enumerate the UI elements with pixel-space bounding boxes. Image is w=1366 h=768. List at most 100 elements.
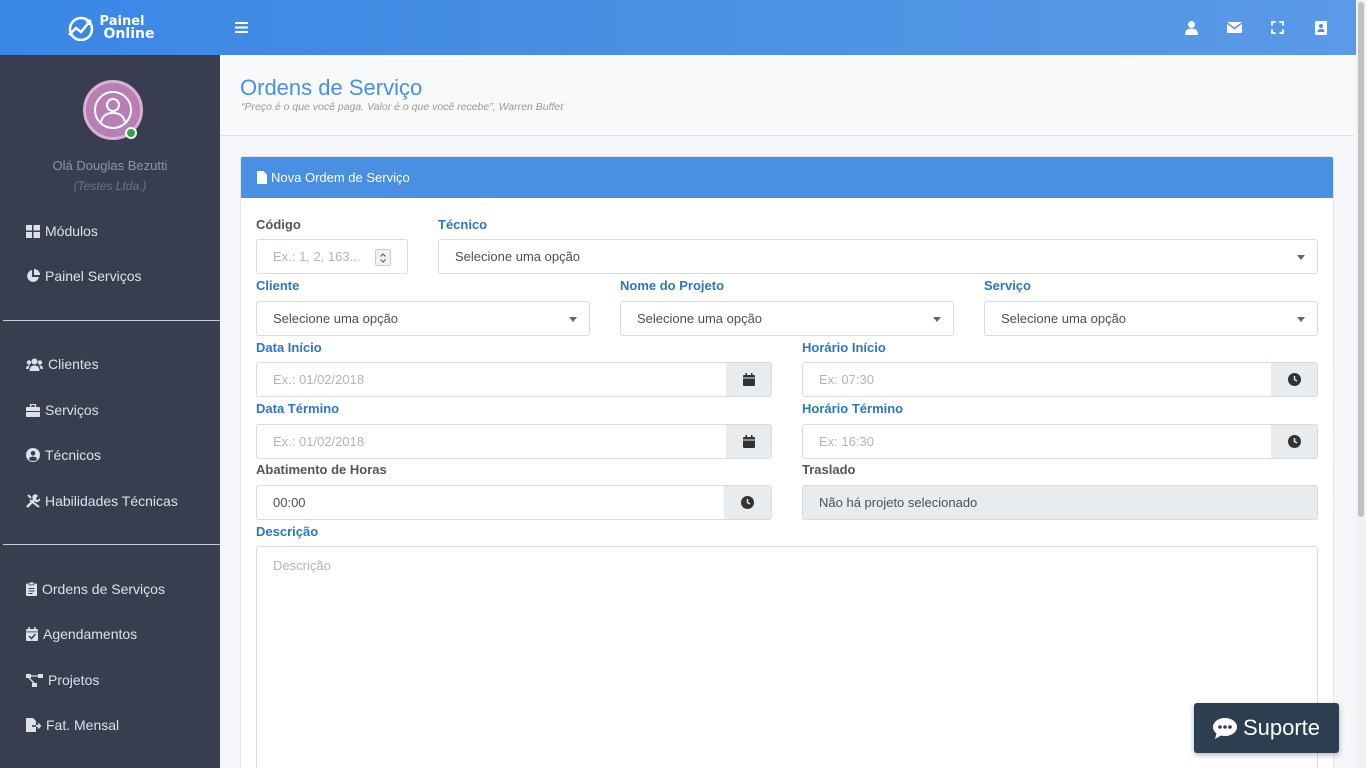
sidebar-item-agendamentos[interactable]: Agendamentos [26, 623, 137, 645]
tools-icon [26, 494, 40, 508]
sidebar-item-projetos[interactable]: Projetos [26, 669, 99, 691]
sidebar-item-habilidades-tecnicas[interactable]: Habilidades Técnicas [26, 490, 178, 512]
servico-label: Serviço [984, 278, 1031, 293]
codigo-stepper[interactable] [375, 249, 391, 266]
clipboard-icon [26, 582, 37, 596]
hamburger-icon [234, 21, 248, 33]
sidebar-item-modulos[interactable]: Módulos [26, 220, 98, 242]
briefcase-icon [26, 403, 40, 417]
brand-line2: Online [103, 25, 155, 42]
tecnico-value: Selecione uma opção [455, 249, 581, 264]
sidebar-divider [3, 320, 220, 321]
contacts-button[interactable] [1299, 0, 1342, 55]
abatimento-value: 00:00 [273, 495, 306, 510]
caret-down-icon [1297, 255, 1305, 260]
servico-value: Selecione uma opção [1001, 311, 1127, 326]
user-icon [1185, 20, 1198, 35]
users-icon [26, 358, 43, 371]
support-button[interactable]: Suporte [1194, 703, 1339, 753]
projeto-label: Nome do Projeto [620, 278, 725, 293]
clock-icon [1287, 373, 1301, 386]
sidebar-item-label: Serviços [45, 402, 99, 418]
address-book-icon [1314, 20, 1327, 35]
sidebar-item-tecnicos[interactable]: Técnicos [26, 444, 101, 466]
traslado-input: Não há projeto selecionado [802, 485, 1318, 520]
data-inicio-input[interactable]: Ex.: 01/02/2018 [256, 362, 727, 397]
abatimento-input[interactable]: 00:00 [256, 485, 725, 520]
horario-termino-clock-button[interactable] [1271, 424, 1318, 459]
profile-button[interactable] [1170, 0, 1213, 55]
data-inicio-placeholder: Ex.: 01/02/2018 [273, 372, 365, 387]
sidebar-item-label: Agendamentos [43, 626, 138, 642]
brand-logo[interactable]: Painel Online [0, 0, 220, 55]
envelope-icon [1227, 22, 1242, 33]
page-title: Ordens de Serviço [240, 75, 423, 100]
data-termino-placeholder: Ex.: 01/02/2018 [273, 434, 365, 449]
sidebar-item-clientes[interactable]: Clientes [26, 353, 99, 375]
file-icon [257, 171, 267, 184]
abatimento-clock-button[interactable] [724, 485, 772, 520]
tecnico-select[interactable]: Selecione uma opção [438, 239, 1318, 274]
data-termino-calendar-button[interactable] [726, 424, 772, 459]
brand-name: Painel Online [100, 15, 155, 42]
user-greeting: Olá Douglas Bezutti [52, 158, 168, 173]
menu-toggle-button[interactable] [232, 17, 250, 37]
page-header: Ordens de Serviço “Preço é o que você pa… [220, 55, 1354, 136]
sidebar-item-label: Painel Serviços [45, 268, 142, 284]
codigo-input[interactable]: Ex.: 1, 2, 163... [256, 239, 408, 274]
sidebar-item-fat-mensal[interactable]: Fat. Mensal [26, 714, 119, 736]
scrollbar-thumb[interactable] [1358, 2, 1364, 517]
messages-button[interactable] [1213, 0, 1256, 55]
sidebar-item-label: Clientes [48, 356, 99, 372]
servico-select[interactable]: Selecione uma opção [984, 301, 1318, 336]
sidebar: Olá Douglas Bezutti (Testes Ltda.) Módul… [0, 55, 220, 768]
data-termino-label: Data Término [256, 401, 340, 416]
page-quote: “Preço é o que você paga. Valor é o que … [241, 101, 564, 113]
horario-inicio-label: Horário Início [802, 340, 886, 355]
fullscreen-button[interactable] [1256, 0, 1299, 55]
support-label: Suporte [1242, 715, 1321, 740]
descricao-textarea[interactable]: Descrição [256, 546, 1318, 768]
sidebar-item-painel-servicos[interactable]: Painel Serviços [26, 265, 142, 287]
chevron-down-icon [380, 258, 386, 263]
sidebar-item-servicos[interactable]: Serviços [26, 399, 99, 421]
clock-icon [1287, 435, 1301, 448]
abatimento-label: Abatimento de Horas [256, 462, 387, 477]
sidebar-item-label: Módulos [45, 223, 98, 239]
user-outline-icon [94, 91, 132, 129]
pie-chart-icon [27, 269, 40, 282]
sidebar-item-label: Ordens de Serviços [42, 581, 165, 597]
chevron-up-icon [380, 252, 386, 257]
top-navbar: Painel Online [0, 0, 1356, 55]
data-termino-input[interactable]: Ex.: 01/02/2018 [256, 424, 727, 459]
descricao-label: Descrição [256, 524, 319, 539]
comment-dots-icon [1212, 717, 1237, 739]
caret-down-icon [933, 317, 941, 322]
card-header: Nova Ordem de Serviço [241, 157, 1333, 198]
sidebar-item-ordens-de-servicos[interactable]: Ordens de Serviços [26, 578, 165, 600]
avatar[interactable] [83, 80, 143, 140]
sidebar-divider [3, 544, 220, 545]
expand-icon [1271, 21, 1284, 34]
calendar-check-icon [26, 627, 38, 641]
horario-inicio-clock-button[interactable] [1271, 362, 1318, 397]
cliente-select[interactable]: Selecione uma opção [256, 301, 590, 336]
user-circle-icon [26, 448, 40, 462]
data-inicio-label: Data Início [256, 340, 322, 355]
clock-icon [741, 496, 754, 509]
online-status-badge [125, 127, 137, 139]
data-inicio-calendar-button[interactable] [726, 362, 772, 397]
projeto-select[interactable]: Selecione uma opção [620, 301, 954, 336]
sidebar-item-label: Técnicos [45, 447, 102, 463]
horario-inicio-input[interactable]: Ex: 07:30 [802, 362, 1272, 397]
sidebar-item-label: Projetos [48, 672, 100, 688]
traslado-label: Traslado [802, 462, 856, 477]
calendar-icon [742, 373, 755, 386]
horario-termino-label: Horário Término [802, 401, 904, 416]
grid-icon [26, 224, 40, 238]
horario-inicio-placeholder: Ex: 07:30 [819, 372, 874, 387]
horario-termino-input[interactable]: Ex: 16:30 [802, 424, 1272, 459]
sidebar-item-label: Habilidades Técnicas [45, 493, 178, 509]
horario-termino-placeholder: Ex: 16:30 [819, 434, 874, 449]
page-scrollbar[interactable] [1356, 0, 1366, 768]
